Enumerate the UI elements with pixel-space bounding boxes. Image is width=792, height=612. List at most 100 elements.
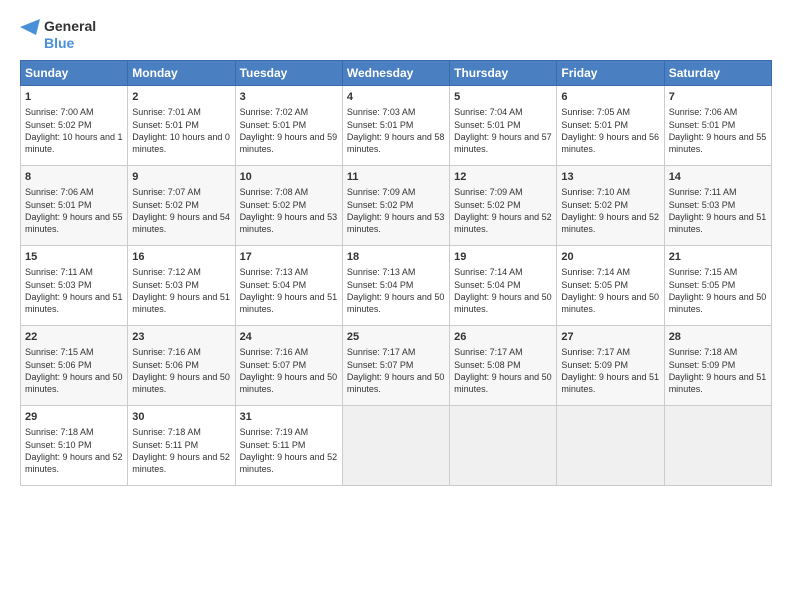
calendar-cell: 11Sunrise: 7:09 AMSunset: 5:02 PMDayligh…	[342, 165, 449, 245]
calendar-cell: 13Sunrise: 7:10 AMSunset: 5:02 PMDayligh…	[557, 165, 664, 245]
cell-info: Sunrise: 7:18 AMSunset: 5:11 PMDaylight:…	[132, 426, 230, 475]
calendar-cell	[450, 405, 557, 485]
calendar-cell	[342, 405, 449, 485]
day-number: 22	[25, 330, 123, 345]
calendar-cell	[557, 405, 664, 485]
calendar-cell: 28Sunrise: 7:18 AMSunset: 5:09 PMDayligh…	[664, 325, 771, 405]
day-number: 12	[454, 170, 552, 185]
cell-info: Sunrise: 7:15 AMSunset: 5:05 PMDaylight:…	[669, 266, 767, 315]
cell-info: Sunrise: 7:09 AMSunset: 5:02 PMDaylight:…	[454, 186, 552, 235]
day-number: 6	[561, 90, 659, 105]
cell-info: Sunrise: 7:00 AMSunset: 5:02 PMDaylight:…	[25, 106, 123, 155]
day-number: 1	[25, 90, 123, 105]
cell-info: Sunrise: 7:16 AMSunset: 5:07 PMDaylight:…	[240, 346, 338, 395]
calendar-cell: 22Sunrise: 7:15 AMSunset: 5:06 PMDayligh…	[21, 325, 128, 405]
cell-info: Sunrise: 7:17 AMSunset: 5:09 PMDaylight:…	[561, 346, 659, 395]
cell-info: Sunrise: 7:18 AMSunset: 5:09 PMDaylight:…	[669, 346, 767, 395]
calendar-cell: 9Sunrise: 7:07 AMSunset: 5:02 PMDaylight…	[128, 165, 235, 245]
cell-info: Sunrise: 7:05 AMSunset: 5:01 PMDaylight:…	[561, 106, 659, 155]
day-number: 18	[347, 250, 445, 265]
day-number: 10	[240, 170, 338, 185]
calendar-cell	[664, 405, 771, 485]
calendar-cell: 14Sunrise: 7:11 AMSunset: 5:03 PMDayligh…	[664, 165, 771, 245]
day-header-saturday: Saturday	[664, 60, 771, 85]
day-number: 5	[454, 90, 552, 105]
cell-info: Sunrise: 7:04 AMSunset: 5:01 PMDaylight:…	[454, 106, 552, 155]
cell-info: Sunrise: 7:06 AMSunset: 5:01 PMDaylight:…	[669, 106, 767, 155]
cell-info: Sunrise: 7:10 AMSunset: 5:02 PMDaylight:…	[561, 186, 659, 235]
logo-general: General	[44, 18, 96, 35]
calendar-table: SundayMondayTuesdayWednesdayThursdayFrid…	[20, 60, 772, 486]
cell-info: Sunrise: 7:11 AMSunset: 5:03 PMDaylight:…	[25, 266, 123, 315]
day-number: 25	[347, 330, 445, 345]
day-header-friday: Friday	[557, 60, 664, 85]
cell-info: Sunrise: 7:03 AMSunset: 5:01 PMDaylight:…	[347, 106, 445, 155]
calendar-cell: 8Sunrise: 7:06 AMSunset: 5:01 PMDaylight…	[21, 165, 128, 245]
cell-info: Sunrise: 7:17 AMSunset: 5:07 PMDaylight:…	[347, 346, 445, 395]
cell-info: Sunrise: 7:02 AMSunset: 5:01 PMDaylight:…	[240, 106, 338, 155]
cell-info: Sunrise: 7:06 AMSunset: 5:01 PMDaylight:…	[25, 186, 123, 235]
calendar-cell: 21Sunrise: 7:15 AMSunset: 5:05 PMDayligh…	[664, 245, 771, 325]
calendar-cell: 24Sunrise: 7:16 AMSunset: 5:07 PMDayligh…	[235, 325, 342, 405]
calendar-cell: 31Sunrise: 7:19 AMSunset: 5:11 PMDayligh…	[235, 405, 342, 485]
calendar-cell: 6Sunrise: 7:05 AMSunset: 5:01 PMDaylight…	[557, 85, 664, 165]
day-number: 4	[347, 90, 445, 105]
day-header-thursday: Thursday	[450, 60, 557, 85]
calendar-week-1: 1Sunrise: 7:00 AMSunset: 5:02 PMDaylight…	[21, 85, 772, 165]
day-header-wednesday: Wednesday	[342, 60, 449, 85]
calendar-cell: 2Sunrise: 7:01 AMSunset: 5:01 PMDaylight…	[128, 85, 235, 165]
calendar-cell: 20Sunrise: 7:14 AMSunset: 5:05 PMDayligh…	[557, 245, 664, 325]
day-number: 21	[669, 250, 767, 265]
day-number: 9	[132, 170, 230, 185]
cell-info: Sunrise: 7:15 AMSunset: 5:06 PMDaylight:…	[25, 346, 123, 395]
cell-info: Sunrise: 7:12 AMSunset: 5:03 PMDaylight:…	[132, 266, 230, 315]
logo-bird-icon	[20, 19, 40, 51]
calendar-week-5: 29Sunrise: 7:18 AMSunset: 5:10 PMDayligh…	[21, 405, 772, 485]
calendar-week-2: 8Sunrise: 7:06 AMSunset: 5:01 PMDaylight…	[21, 165, 772, 245]
logo-blue: Blue	[44, 35, 96, 52]
cell-info: Sunrise: 7:01 AMSunset: 5:01 PMDaylight:…	[132, 106, 230, 155]
calendar-cell: 25Sunrise: 7:17 AMSunset: 5:07 PMDayligh…	[342, 325, 449, 405]
day-number: 11	[347, 170, 445, 185]
calendar-cell: 12Sunrise: 7:09 AMSunset: 5:02 PMDayligh…	[450, 165, 557, 245]
day-number: 2	[132, 90, 230, 105]
calendar-cell: 19Sunrise: 7:14 AMSunset: 5:04 PMDayligh…	[450, 245, 557, 325]
cell-info: Sunrise: 7:08 AMSunset: 5:02 PMDaylight:…	[240, 186, 338, 235]
day-number: 26	[454, 330, 552, 345]
day-number: 8	[25, 170, 123, 185]
calendar-header-row: SundayMondayTuesdayWednesdayThursdayFrid…	[21, 60, 772, 85]
page: General Blue SundayMondayTuesdayWednesda…	[0, 0, 792, 612]
cell-info: Sunrise: 7:14 AMSunset: 5:05 PMDaylight:…	[561, 266, 659, 315]
calendar-cell: 18Sunrise: 7:13 AMSunset: 5:04 PMDayligh…	[342, 245, 449, 325]
day-number: 17	[240, 250, 338, 265]
day-number: 16	[132, 250, 230, 265]
calendar-week-4: 22Sunrise: 7:15 AMSunset: 5:06 PMDayligh…	[21, 325, 772, 405]
cell-info: Sunrise: 7:09 AMSunset: 5:02 PMDaylight:…	[347, 186, 445, 235]
calendar-cell: 16Sunrise: 7:12 AMSunset: 5:03 PMDayligh…	[128, 245, 235, 325]
calendar-cell: 17Sunrise: 7:13 AMSunset: 5:04 PMDayligh…	[235, 245, 342, 325]
day-number: 19	[454, 250, 552, 265]
calendar-cell: 15Sunrise: 7:11 AMSunset: 5:03 PMDayligh…	[21, 245, 128, 325]
cell-info: Sunrise: 7:14 AMSunset: 5:04 PMDaylight:…	[454, 266, 552, 315]
calendar-cell: 27Sunrise: 7:17 AMSunset: 5:09 PMDayligh…	[557, 325, 664, 405]
day-number: 31	[240, 410, 338, 425]
day-number: 15	[25, 250, 123, 265]
day-number: 14	[669, 170, 767, 185]
cell-info: Sunrise: 7:07 AMSunset: 5:02 PMDaylight:…	[132, 186, 230, 235]
calendar-cell: 29Sunrise: 7:18 AMSunset: 5:10 PMDayligh…	[21, 405, 128, 485]
day-number: 30	[132, 410, 230, 425]
day-number: 29	[25, 410, 123, 425]
day-header-monday: Monday	[128, 60, 235, 85]
day-number: 3	[240, 90, 338, 105]
calendar-cell: 5Sunrise: 7:04 AMSunset: 5:01 PMDaylight…	[450, 85, 557, 165]
day-number: 28	[669, 330, 767, 345]
day-number: 23	[132, 330, 230, 345]
day-header-tuesday: Tuesday	[235, 60, 342, 85]
calendar-cell: 26Sunrise: 7:17 AMSunset: 5:08 PMDayligh…	[450, 325, 557, 405]
calendar-cell: 30Sunrise: 7:18 AMSunset: 5:11 PMDayligh…	[128, 405, 235, 485]
header: General Blue	[20, 18, 772, 52]
cell-info: Sunrise: 7:11 AMSunset: 5:03 PMDaylight:…	[669, 186, 767, 235]
day-header-sunday: Sunday	[21, 60, 128, 85]
logo: General Blue	[20, 18, 96, 52]
cell-info: Sunrise: 7:13 AMSunset: 5:04 PMDaylight:…	[347, 266, 445, 315]
